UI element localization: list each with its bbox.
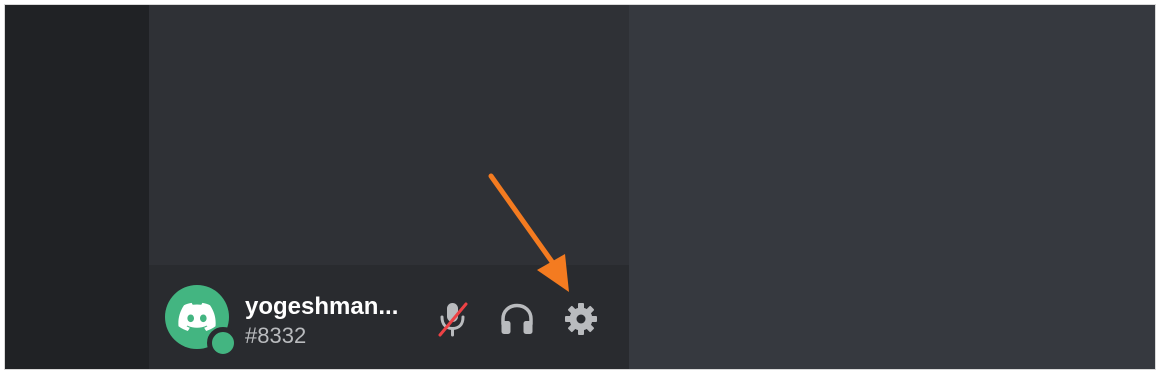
server-list [5, 5, 149, 369]
deafen-button[interactable] [497, 299, 537, 339]
discord-window: yogeshman... #8332 [4, 4, 1156, 370]
avatar[interactable] [165, 285, 239, 359]
user-panel: yogeshman... #8332 [149, 265, 629, 369]
headphones-icon [501, 303, 533, 334]
microphone-muted-icon [438, 302, 468, 337]
user-info[interactable]: yogeshman... #8332 [245, 293, 415, 349]
status-indicator [207, 327, 239, 359]
main-content-area [629, 5, 1155, 369]
discord-logo-icon [178, 302, 216, 331]
gear-icon [565, 303, 597, 335]
mute-button[interactable] [433, 299, 473, 339]
username: yogeshman... [245, 293, 399, 320]
discriminator: #8332 [245, 323, 307, 348]
settings-button[interactable] [561, 299, 601, 339]
